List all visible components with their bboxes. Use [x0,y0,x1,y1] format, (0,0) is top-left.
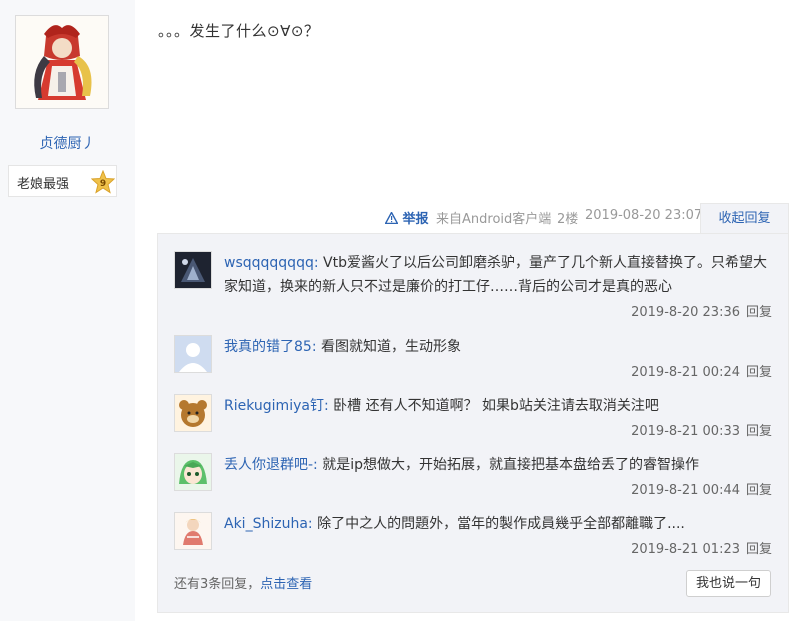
reply-content: 我真的错了85: 看图就知道，生动形象 [224,335,772,359]
user-sidebar: 贞德厨丿 老娘最强 9 [0,0,135,621]
write-reply-button[interactable]: 我也说一句 [686,570,771,597]
reply-button[interactable]: 回复 [746,365,772,380]
reply-list: wsqqqqqqqq: Vtb爱酱火了以后公司卸磨杀驴，量产了几个新人直接替换了… [157,233,789,613]
post-source: 来自Android客户端 [436,212,552,227]
reply-username[interactable]: Riekugimiya钉: [224,398,329,414]
view-more-link[interactable]: 点击查看 [260,577,312,592]
reply-time: 2019-8-20 23:36 [631,305,740,320]
reply-meta: 2019-8-21 00:24 回复 [631,361,772,380]
reply-content: Riekugimiya钉: 卧槽 还有人不知道啊？ 如果b站关注请去取消关注吧 [224,394,772,418]
post-floor: 2楼 [557,212,579,227]
collapse-replies-button[interactable]: 收起回复 [700,203,789,233]
reply-time: 2019-8-21 00:24 [631,365,740,380]
post-date: 2019-08-20 23:07 [585,208,703,223]
username-link[interactable]: 贞德厨丿 [0,133,135,153]
reply-username[interactable]: 我真的错了85: [224,339,317,355]
reply-button[interactable]: 回复 [746,305,772,320]
reply-content: wsqqqqqqqq: Vtb爱酱火了以后公司卸磨杀驴，量产了几个新人直接替换了… [224,251,772,299]
post-content: 。。。发生了什么⊙∀⊙？ [158,22,320,40]
warning-icon [384,211,399,225]
reply-time: 2019-8-21 01:23 [631,542,740,557]
more-replies: 还有3条回复，点击查看 [174,573,312,592]
reply-meta: 2019-8-20 23:36 回复 [631,301,772,320]
reply-button[interactable]: 回复 [746,483,772,498]
report-label: 举报 [402,212,429,227]
user-level-badge[interactable]: 老娘最强 9 [8,165,117,197]
reply-avatar[interactable] [174,394,212,432]
reply-button[interactable]: 回复 [746,424,772,439]
reply-meta: 2019-8-21 01:23 回复 [631,538,772,557]
reply-text: 就是ip想做大，开始拓展，就直接把基本盘给丢了的睿智操作 [317,457,700,473]
reply-text: 看图就知道，生动形象 [316,339,461,355]
reply-time: 2019-8-21 00:33 [631,424,740,439]
reply-avatar[interactable] [174,453,212,491]
badge-label: 老娘最强 [17,177,70,192]
reply-content: Aki_Shizuha: 除了中之人的問題外，當年的製作成員幾乎全部都離職了..… [224,512,772,536]
report-link[interactable]: 举报 [384,208,429,228]
reply-meta: 2019-8-21 00:33 回复 [631,420,772,439]
reply-text: 卧槽 还有人不知道啊？ 如果b站关注请去取消关注吧 [328,398,659,414]
reply-content: 丢人你退群吧-: 就是ip想做大，开始拓展，就直接把基本盘给丢了的睿智操作 [224,453,772,477]
reply-avatar[interactable] [174,512,212,550]
reply-avatar[interactable] [174,251,212,289]
user-avatar[interactable] [15,15,109,109]
badge-level-number: 9 [100,179,106,189]
reply-time: 2019-8-21 00:44 [631,483,740,498]
reply-username[interactable]: Aki_Shizuha: [224,516,313,532]
more-replies-prefix: 还有3条回复， [174,577,261,592]
reply-avatar[interactable] [174,335,212,373]
reply-button[interactable]: 回复 [746,542,772,557]
reply-meta: 2019-8-21 00:44 回复 [631,479,772,498]
star-level-icon: 9 [91,170,115,194]
reply-username[interactable]: 丢人你退群吧-: [224,457,318,473]
reply-text: 除了中之人的問題外，當年的製作成員幾乎全部都離職了.... [312,516,685,532]
reply-username[interactable]: wsqqqqqqqq: [224,255,319,271]
